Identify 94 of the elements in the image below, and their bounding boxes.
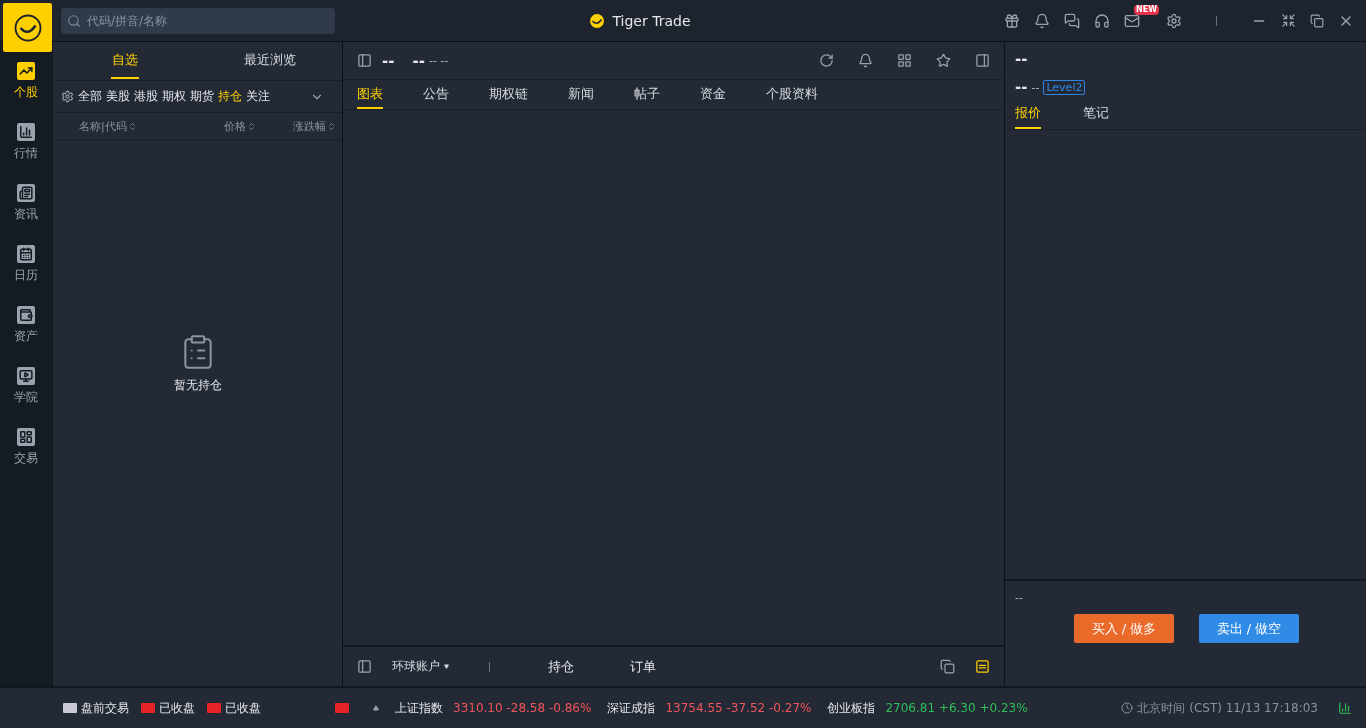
price-text: -- [1015, 78, 1028, 96]
symbol-text: -- [1015, 50, 1029, 68]
order-info: -- [1015, 591, 1024, 604]
triangle-icon[interactable] [373, 705, 379, 711]
filter-tab[interactable]: 港股 [134, 88, 158, 105]
level2-badge: Level2 [1043, 79, 1086, 95]
market-status: 已收盘 [159, 699, 195, 717]
nav-item[interactable]: 学院 [14, 367, 38, 406]
clock-icon [1121, 702, 1134, 714]
price-text: -- [412, 51, 425, 70]
nav-item[interactable]: 资讯 [14, 184, 38, 223]
refresh-icon[interactable] [819, 53, 834, 68]
panel-icon[interactable] [357, 659, 372, 674]
filter-tab[interactable]: 美股 [106, 88, 130, 105]
tab[interactable]: 图表 [357, 80, 383, 109]
tab[interactable]: 自选 [53, 42, 198, 80]
restore-icon[interactable] [1310, 13, 1324, 28]
change-text: -- [1031, 80, 1040, 94]
account-dropdown[interactable]: 环球账户 [392, 658, 449, 675]
index-name: 深证成指 [607, 699, 656, 717]
tab[interactable]: 公告 [423, 80, 449, 109]
play-icon [17, 367, 35, 385]
filter-tab[interactable]: 关注 [246, 88, 270, 105]
chat-icon[interactable] [1064, 12, 1080, 29]
panel-icon[interactable] [975, 53, 990, 68]
wallet-icon [17, 306, 35, 324]
nav-item[interactable]: 行情 [14, 123, 38, 162]
calendar-icon [17, 245, 35, 263]
app-title: Tiger Trade [612, 12, 691, 29]
sort-icon[interactable] [327, 122, 336, 131]
index-value: 13754.55 -37.52 -0.27% [665, 701, 812, 715]
index-name: 创业板指 [827, 699, 876, 717]
bell-icon[interactable] [1034, 12, 1050, 29]
tab[interactable]: 帖子 [634, 80, 660, 109]
column-header[interactable]: 名称|代码 [79, 119, 196, 134]
tab[interactable]: 笔记 [1083, 104, 1109, 129]
nav-item[interactable]: 资产 [14, 306, 38, 345]
flag-icon [335, 703, 349, 713]
panel-icon[interactable] [357, 53, 372, 68]
column-header[interactable]: 涨跌幅 [256, 119, 336, 134]
grid-icon[interactable] [897, 53, 912, 68]
filter-tab[interactable]: 全部 [78, 88, 102, 105]
nav-item[interactable]: 日历 [14, 245, 38, 284]
tab[interactable]: 新闻 [568, 80, 594, 109]
search-icon [67, 13, 81, 28]
windows-icon[interactable] [940, 659, 955, 674]
time-text: 北京时间 (CST) 11/13 17:18:03 [1137, 699, 1318, 717]
flag-icon [141, 703, 155, 713]
caret-icon [444, 664, 449, 669]
nav-item[interactable]: 个股 [14, 62, 38, 101]
tab[interactable]: 持仓 [530, 657, 592, 676]
gift-icon[interactable] [1004, 12, 1020, 29]
flag-icon [63, 703, 77, 713]
trade-button[interactable]: 卖出 / 做空 [1199, 614, 1299, 643]
settings-icon[interactable] [61, 90, 74, 103]
new-badge: NEW [1134, 4, 1159, 15]
market-status: 已收盘 [225, 699, 261, 717]
tab[interactable]: 资金 [700, 80, 726, 109]
tab[interactable]: 订单 [612, 657, 674, 676]
tiger-logo-icon [12, 12, 43, 43]
newspaper-icon [17, 184, 35, 202]
filter-tab[interactable]: 期货 [190, 88, 214, 105]
market-status: 盘前交易 [81, 699, 129, 717]
flag-icon [207, 703, 221, 713]
mail-icon[interactable] [1124, 12, 1140, 29]
star-icon[interactable] [936, 53, 951, 68]
search-field[interactable]: 代码/拼音/名称 [61, 7, 335, 34]
symbol-text: -- [382, 51, 395, 70]
settings-icon[interactable] [1166, 12, 1182, 29]
index-value: 2706.81 +6.30 +0.23% [885, 701, 1028, 715]
headset-icon[interactable] [1094, 12, 1110, 29]
tiger-logo-icon [588, 11, 607, 30]
signal-icon [1338, 701, 1352, 715]
tab[interactable]: 期权链 [489, 80, 528, 109]
index-name: 上证指数 [395, 699, 443, 717]
nav-item[interactable]: 交易 [14, 428, 38, 467]
tab[interactable]: 最近浏览 [197, 42, 342, 80]
tab[interactable]: 报价 [1015, 104, 1041, 129]
index-value: 3310.10 -28.58 -0.86% [453, 701, 592, 715]
empty-message: 暂无持仓 [173, 377, 222, 394]
bell-icon[interactable] [858, 53, 873, 68]
sort-icon[interactable] [127, 122, 137, 131]
column-header[interactable]: 价格 [196, 119, 256, 134]
filter-tab[interactable]: 期权 [162, 88, 186, 105]
change-text: -- -- [428, 54, 449, 67]
filter-tab[interactable]: 持仓 [218, 88, 242, 105]
bar-chart-icon [17, 123, 35, 141]
tab[interactable]: 个股资料 [766, 80, 818, 109]
shrink-icon[interactable] [1281, 13, 1296, 28]
app-logo[interactable] [3, 3, 52, 52]
chart-icon [17, 62, 35, 80]
panel-icon[interactable] [975, 659, 990, 674]
sort-icon[interactable] [247, 122, 256, 131]
dashboard-icon [17, 428, 35, 446]
